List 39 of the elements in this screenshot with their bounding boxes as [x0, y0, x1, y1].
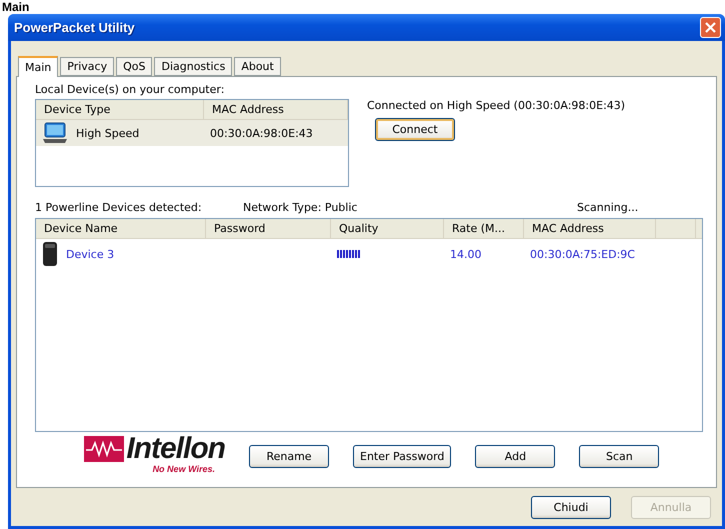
page-caption: Main [1, 0, 30, 14]
action-button[interactable]: Add [475, 444, 556, 468]
tab[interactable]: QoS [116, 57, 152, 76]
mac-address: 00:30:0A:75:ED:9C [530, 248, 635, 260]
device-icon [42, 241, 58, 267]
column-header[interactable]: Device Type [36, 100, 204, 119]
action-button[interactable]: Scan [579, 444, 660, 468]
column-header[interactable]: Quality [331, 219, 444, 238]
computer-icon [42, 122, 68, 144]
action-button[interactable]: Rename [249, 444, 329, 468]
action-button[interactable]: Enter Password [353, 444, 452, 468]
mac-address: 00:30:0A:98:0E:43 [210, 126, 313, 140]
device-name: Device 3 [66, 248, 114, 260]
rate: 14.00 [450, 248, 482, 260]
logo-wave-icon [84, 436, 124, 462]
close-button[interactable] [700, 17, 721, 38]
logo-tagline: No New Wires. [152, 464, 215, 474]
network-type: Network Type: Public [243, 201, 358, 214]
connection-status: Connected on High Speed (00:30:0A:98:0E:43) [367, 99, 626, 112]
close-icon [705, 22, 716, 33]
dialog-button[interactable]: Chiudi [531, 496, 611, 519]
devices-detected: 1 Powerline Devices detected: [35, 201, 203, 214]
tab[interactable]: About [234, 57, 281, 76]
column-header[interactable]: MAC Address [524, 219, 656, 238]
tab[interactable]: Diagnostics [154, 57, 232, 76]
column-header[interactable]: MAC Address [204, 100, 348, 119]
column-header[interactable]: Rate (M... [444, 219, 524, 238]
section-label: Local Device(s) on your computer: [35, 83, 226, 96]
scan-status: Scanning... [577, 201, 638, 214]
column-header[interactable]: Password [206, 219, 331, 238]
quality-bars-icon [337, 250, 361, 258]
list-row[interactable]: High Speed 00:30:0A:98:0E:43 [36, 120, 348, 146]
tab[interactable]: Main [18, 56, 58, 77]
window-title: PowerPacket Utility [14, 20, 135, 35]
column-header[interactable]: Device Name [36, 219, 206, 238]
logo-name: Intellon [126, 434, 225, 464]
device-type: High Speed [76, 126, 140, 140]
tab[interactable]: Privacy [60, 57, 114, 76]
connect-button[interactable]: Connect [375, 118, 455, 141]
